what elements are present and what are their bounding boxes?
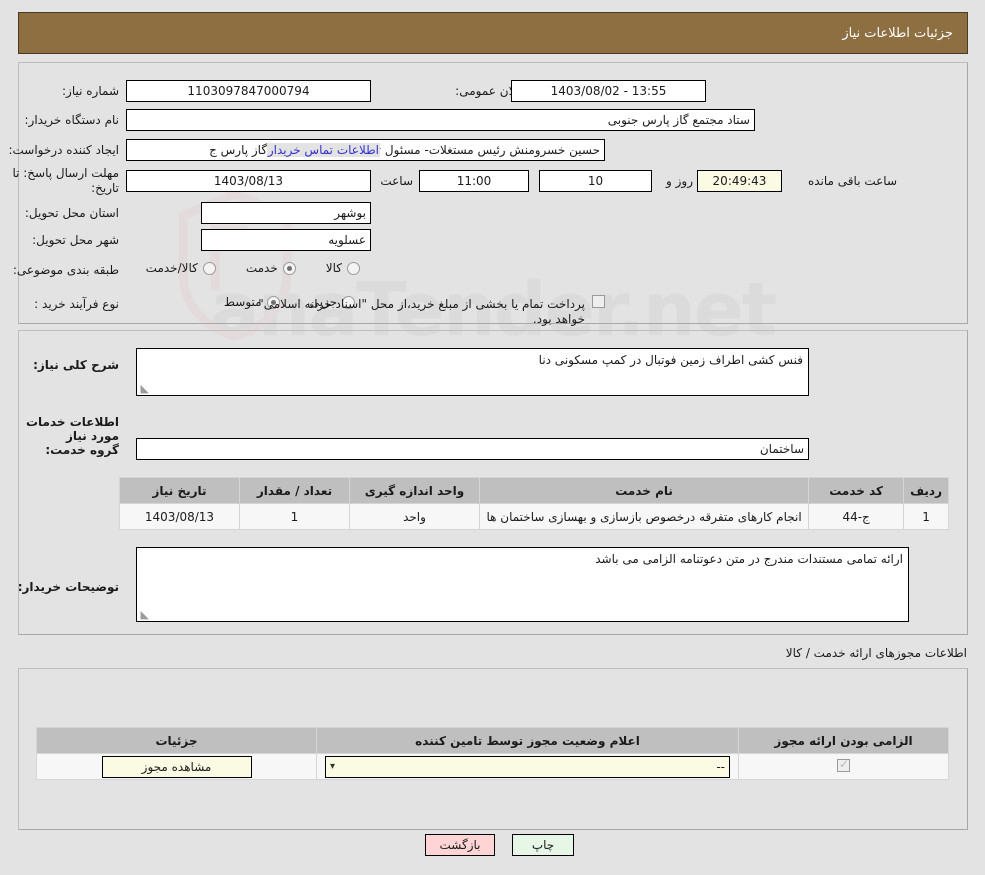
resize-grip-icon-2[interactable]: ◣	[139, 609, 149, 620]
days-left-field: 10	[539, 170, 652, 192]
label-process-type: نوع فرآیند خرید :	[34, 297, 119, 311]
service-group-field: ساختمان	[136, 438, 809, 460]
label-buyer-org: نام دستگاه خریدار:	[24, 113, 120, 127]
category-option-1[interactable]: خدمت	[246, 261, 296, 275]
label-service-group: گروه خدمت:	[45, 443, 119, 457]
label-deadline: مهلت ارسال پاسخ: تا تاریخ:	[12, 166, 119, 195]
page-header: جزئیات اطلاعات نیاز	[18, 12, 968, 54]
label-day-and: روز و	[666, 174, 693, 188]
deadline-hour-field: 11:00	[419, 170, 529, 192]
services-table: ردیف کد خدمت نام خدمت واحد اندازه گیری تعداد…	[119, 477, 949, 530]
services-col-header: واحد اندازه گیری	[349, 477, 480, 504]
countdown-field: 20:49:43	[697, 170, 782, 192]
label-city: شهر محل تحویل:	[32, 233, 119, 247]
label-hours-left: ساعت باقی مانده	[807, 174, 897, 188]
announce-datetime-field: 1403/08/02 - 13:55	[511, 80, 706, 102]
table-row: ▾-- مشاهده مجوز	[36, 753, 949, 780]
services-cell: 1	[239, 503, 350, 530]
label-buyer-notes: توضیحات خریدار:	[17, 580, 119, 594]
category-radio-0[interactable]	[347, 261, 360, 275]
licenses-table: الزامی بودن ارائه مجوز اعلام وضعیت مجوز ت…	[36, 727, 949, 780]
back-button[interactable]: بازگشت	[425, 834, 495, 856]
licenses-heading: اطلاعات مجوزهای ارائه خدمت / کالا	[785, 646, 967, 660]
services-cell: واحد	[349, 503, 480, 530]
services-cell: 1403/08/13	[119, 503, 240, 530]
services-col-header: تاریخ نیاز	[119, 477, 240, 504]
label-need-number: شماره نیاز:	[62, 84, 119, 98]
need-desc-textarea[interactable]: فنس کشی اطراف زمین فوتبال در کمپ مسکونی …	[136, 348, 809, 396]
license-status-value: --	[716, 759, 725, 774]
label-need-desc: شرح کلی نیاز:	[33, 358, 119, 372]
license-status-select[interactable]: ▾ --	[325, 755, 730, 778]
license-col-header: الزامی بودن ارائه مجوز	[738, 727, 949, 754]
license-col-header: اعلام وضعیت مجوز توسط تامین کننده	[316, 727, 739, 754]
buyer-contact-link[interactable]: اطلاعات تماس خریدار	[266, 143, 380, 157]
category-radio-group[interactable]: کالا خدمت کالا/خدمت	[122, 261, 360, 275]
category-radio-1[interactable]	[282, 261, 296, 275]
services-heading: اطلاعات خدمات مورد نیاز	[25, 415, 119, 443]
need-number-field: 1103097847000794	[126, 80, 371, 102]
table-header-row: ردیف کد خدمت نام خدمت واحد اندازه گیری تعداد…	[119, 477, 949, 504]
buyer-org-field: ستاد مجتمع گاز پارس جنوبی	[126, 109, 755, 131]
treasury-checkbox[interactable]	[592, 295, 605, 308]
license-required-checkbox	[837, 757, 850, 772]
services-col-header: تعداد / مقدار	[239, 477, 350, 504]
services-cell: 1	[903, 503, 949, 530]
label-hour: ساعت	[380, 174, 413, 188]
resize-grip-icon[interactable]: ◣	[139, 383, 149, 394]
label-province: استان محل تحویل:	[24, 206, 119, 220]
need-desc-value: فنس کشی اطراف زمین فوتبال در کمپ مسکونی …	[538, 353, 803, 367]
label-creator: ایجاد کننده درخواست:	[8, 143, 119, 157]
category-radio-2[interactable]	[202, 261, 216, 275]
services-col-header: نام خدمت	[478, 477, 810, 504]
treasury-checkbox-label: پرداخت تمام یا بخشی از مبلغ خرید،از محل …	[258, 297, 585, 326]
category-option-0[interactable]: کالا	[326, 261, 360, 275]
license-details-cell: مشاهده مجوز	[36, 753, 317, 780]
view-license-button[interactable]: مشاهده مجوز	[101, 755, 252, 778]
license-required-cell	[738, 753, 949, 780]
treasury-checkbox-wrap[interactable]	[592, 295, 605, 308]
services-col-header: ردیف	[903, 477, 949, 504]
license-header-row: الزامی بودن ارائه مجوز اعلام وضعیت مجوز ت…	[36, 727, 949, 754]
services-cell: ج-44	[808, 503, 905, 530]
page-title: جزئیات اطلاعات نیاز	[842, 25, 953, 41]
services-cell: انجام کارهای متفرقه درخصوص بازسازی و بهس…	[478, 503, 810, 530]
table-row: 1 ج-44 انجام کارهای متفرقه درخصوص بازسازی …	[119, 503, 949, 530]
province-field: بوشهر	[201, 202, 371, 224]
page-root: anaTender.net جزئیات اطلاعات نیاز شماره …	[0, 0, 985, 875]
label-category: طبقه بندی موضوعی:	[12, 263, 119, 277]
city-field: عسلویه	[201, 229, 371, 251]
buyer-notes-textarea[interactable]: ارائه تمامی مستندات مندرج در متن دعوتنام…	[136, 547, 909, 622]
deadline-date-field: 1403/08/13	[126, 170, 371, 192]
license-col-header: جزئیات	[36, 727, 317, 754]
category-label-2: کالا/خدمت	[145, 261, 198, 275]
category-label-0: کالا	[325, 261, 342, 275]
services-col-header: کد خدمت	[808, 477, 905, 504]
print-button[interactable]: چاپ	[512, 834, 574, 856]
category-option-2[interactable]: کالا/خدمت	[146, 261, 216, 275]
category-label-1: خدمت	[245, 261, 278, 275]
buyer-notes-value: ارائه تمامی مستندات مندرج در متن دعوتنام…	[595, 552, 903, 566]
license-status-cell: ▾ --	[316, 753, 739, 780]
